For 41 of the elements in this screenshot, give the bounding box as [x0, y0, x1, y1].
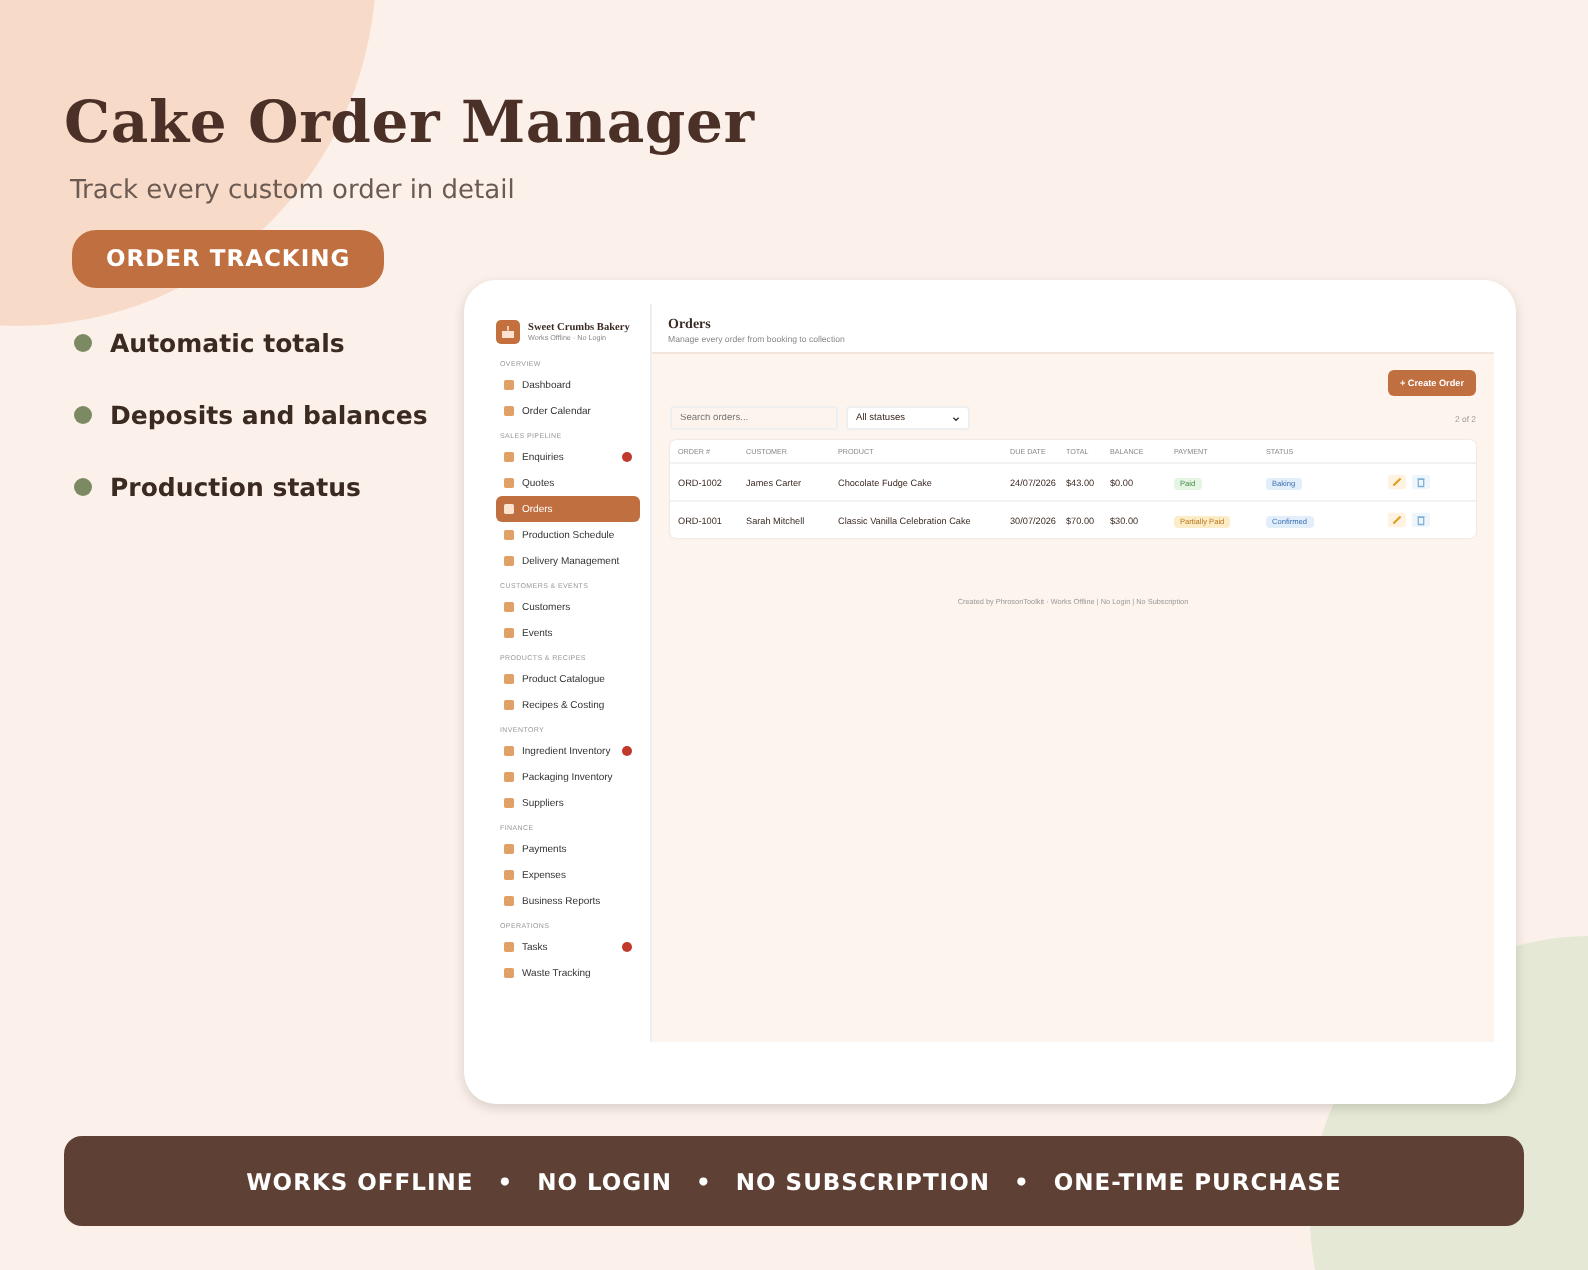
hero-title: Cake Order Manager	[64, 88, 755, 156]
bullet-dot	[74, 334, 92, 352]
feature-text: Automatic totals	[110, 328, 345, 358]
square-icon	[504, 406, 514, 416]
hero-subtitle: Track every custom order in detail	[70, 176, 517, 206]
pencil-icon[interactable]	[1388, 474, 1406, 490]
square-icon	[504, 556, 514, 566]
square-icon	[504, 700, 514, 710]
cake-logo-icon	[496, 320, 520, 344]
separator-dot: •	[696, 1167, 712, 1195]
banner-text: WORKS OFFLINE	[246, 1167, 474, 1195]
banner-text: NO SUBSCRIPTION	[735, 1167, 990, 1195]
feature-tag: ORDER TRACKING	[72, 230, 385, 288]
feature-text: Production status	[110, 472, 361, 502]
trash-icon[interactable]	[1412, 512, 1430, 528]
square-icon	[504, 798, 514, 808]
banner-text: ONE-TIME PURCHASE	[1053, 1167, 1342, 1195]
banner-text: NO LOGIN	[537, 1167, 673, 1195]
square-icon	[504, 628, 514, 638]
trash-icon[interactable]	[1412, 474, 1430, 490]
square-icon	[504, 504, 514, 514]
pencil-icon[interactable]	[1388, 512, 1406, 528]
square-icon	[504, 380, 514, 390]
square-icon	[504, 452, 514, 462]
square-icon	[504, 674, 514, 684]
square-icon	[504, 968, 514, 978]
square-icon	[504, 942, 514, 952]
feature-text: Deposits and balances	[110, 400, 428, 430]
bullet-dot	[74, 406, 92, 424]
square-icon	[504, 896, 514, 906]
square-icon	[504, 870, 514, 880]
square-icon	[504, 844, 514, 854]
square-icon	[504, 746, 514, 756]
bullet-dot	[74, 478, 92, 496]
square-icon	[504, 772, 514, 782]
chevron-down-icon	[952, 415, 960, 421]
separator-dot: •	[1014, 1167, 1030, 1195]
square-icon	[504, 530, 514, 540]
square-icon	[504, 602, 514, 612]
square-icon	[504, 478, 514, 488]
separator-dot: •	[497, 1167, 514, 1195]
